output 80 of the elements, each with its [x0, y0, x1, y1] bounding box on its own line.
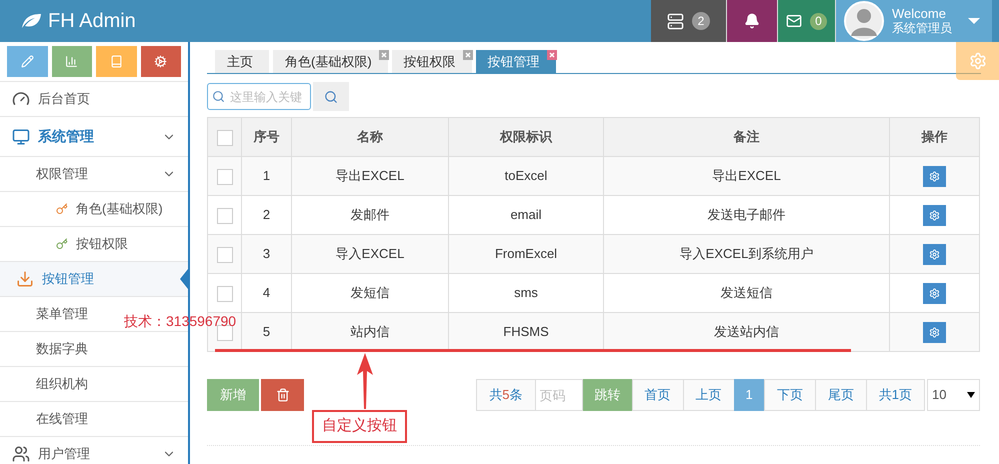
search-icon [212, 90, 225, 103]
tasks-icon [667, 12, 684, 30]
menu-item[interactable]: 数据字典 [36, 339, 88, 359]
dropdown-caret-icon [968, 18, 980, 24]
close-icon[interactable] [378, 50, 389, 60]
users-icon [12, 445, 30, 463]
sidebar-item[interactable]: 按钮管理 [0, 262, 188, 297]
tab[interactable]: 主页 [215, 50, 269, 73]
menu-item[interactable]: 后台首页 [38, 89, 90, 109]
gear-icon [929, 326, 940, 338]
delete-button[interactable] [261, 379, 304, 411]
page-input[interactable]: 页码 [534, 379, 583, 411]
edit-button[interactable] [923, 282, 946, 304]
chart-shortcut[interactable] [52, 46, 92, 77]
edit-button[interactable] [923, 204, 946, 226]
checkbox[interactable] [216, 208, 232, 224]
messages-count: 0 [810, 12, 827, 30]
bell-icon [744, 13, 760, 29]
total-count: 共5条 [476, 379, 536, 411]
book-icon [110, 55, 123, 68]
settings-toggle[interactable] [956, 42, 999, 80]
next-page-link[interactable]: 下页 [764, 379, 816, 411]
gear-icon [929, 210, 940, 221]
user-name: 系统管理员 [892, 21, 952, 36]
page-count: 共1页 [866, 379, 925, 411]
menu-item[interactable]: 组织机构 [36, 374, 88, 394]
book-shortcut[interactable] [96, 46, 136, 77]
gear-icon [929, 288, 940, 299]
menu-label: 系统管理 [38, 127, 94, 146]
trash-icon [276, 388, 290, 402]
gear-icon [929, 248, 940, 260]
brand-title: FH Admin [48, 9, 136, 34]
desktop-icon [12, 128, 30, 146]
checkbox[interactable] [216, 130, 232, 146]
edit-button[interactable] [923, 166, 946, 187]
checkbox[interactable] [216, 168, 232, 185]
menu-label: 权限管理 [36, 165, 88, 184]
edit-button[interactable] [923, 244, 946, 265]
menu-item[interactable]: 用户管理 [38, 444, 90, 464]
search-button[interactable] [313, 82, 349, 111]
annotation-arrow [356, 353, 374, 409]
notifications-button[interactable] [726, 0, 777, 42]
signal-bars-icon [65, 55, 78, 68]
menu-item[interactable]: 角色(基础权限) [76, 199, 163, 219]
search-field[interactable]: 这里输入关键 [207, 83, 311, 110]
last-page-link[interactable]: 尾页 [814, 379, 867, 411]
gears-icon [154, 55, 168, 68]
close-icon[interactable] [462, 50, 473, 60]
first-page-link[interactable]: 首页 [632, 379, 684, 411]
checkbox[interactable] [216, 286, 232, 302]
column-header: 名称 [292, 118, 448, 156]
menu-label: 按钮管理 [42, 270, 94, 288]
leaf-icon [20, 13, 42, 29]
download-icon [16, 270, 34, 288]
checkbox[interactable] [216, 324, 232, 341]
edit-button[interactable] [923, 322, 946, 343]
caret-icon [967, 392, 975, 398]
close-icon[interactable] [546, 50, 557, 60]
column-header: 权限标识 [448, 118, 604, 156]
tab[interactable]: 角色(基础权限) [273, 50, 388, 73]
tasks-count: 2 [692, 12, 710, 30]
prev-page-link[interactable]: 上页 [682, 379, 735, 411]
menu-item[interactable]: 按钮权限 [76, 234, 128, 254]
menu-item[interactable]: 在线管理 [36, 409, 88, 429]
page-size-select[interactable]: 10 [927, 379, 980, 411]
dashboard-icon [12, 90, 30, 108]
search-icon [324, 90, 338, 104]
tab[interactable]: 按钮权限 [392, 50, 472, 73]
settings-icon [968, 52, 986, 70]
welcome-text: Welcome [892, 6, 947, 21]
mail-icon [786, 13, 802, 29]
menu-item[interactable]: 菜单管理 [36, 304, 88, 324]
gear-icon [929, 170, 940, 182]
checkbox[interactable] [216, 246, 232, 263]
annotation-label: 自定义按钮 [312, 410, 407, 442]
settings-shortcut[interactable] [140, 46, 181, 77]
pencil-icon [20, 55, 34, 68]
pencil-shortcut[interactable] [7, 46, 48, 77]
tab[interactable]: 按钮管理 [476, 50, 556, 73]
column-header: 备注 [604, 118, 890, 156]
